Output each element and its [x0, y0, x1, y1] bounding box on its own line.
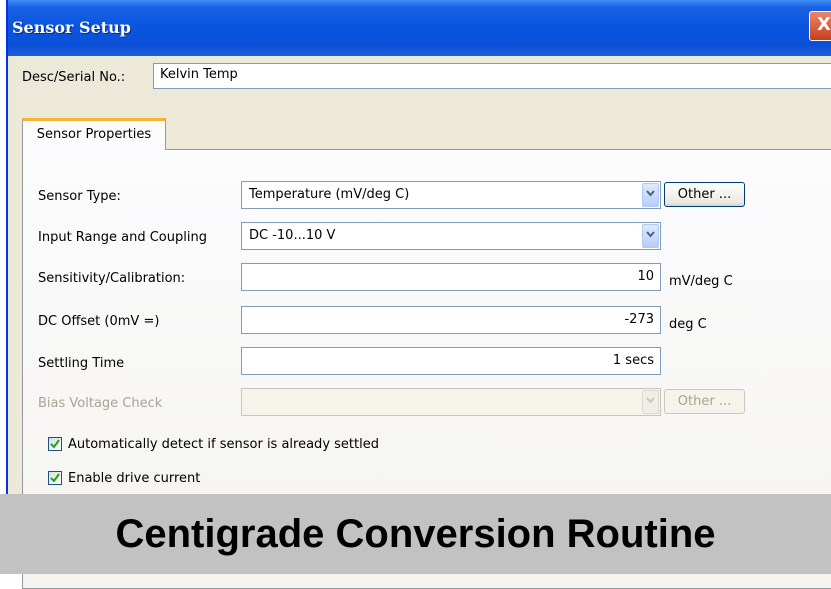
tab-sensor-properties[interactable]: Sensor Properties — [22, 118, 166, 150]
sensor-type-label: Sensor Type: — [38, 189, 121, 204]
dc-offset-label: DC Offset (0mV =) — [38, 314, 160, 329]
window-title: Sensor Setup — [12, 18, 131, 37]
sensitivity-unit: mV/deg C — [669, 274, 733, 289]
close-button[interactable]: X — [809, 11, 831, 41]
sensitivity-label: Sensitivity/Calibration: — [38, 271, 186, 286]
sensor-type-other-button[interactable]: Other ... — [664, 182, 745, 207]
input-range-select[interactable]: DC -10...10 V — [241, 222, 661, 250]
checkmark-icon — [50, 439, 60, 449]
desc-serial-value: Kelvin Temp — [160, 67, 238, 82]
chevron-down-icon[interactable] — [642, 183, 659, 207]
caption-text: Centigrade Conversion Routine — [115, 512, 716, 556]
auto-detect-checkbox[interactable] — [48, 437, 62, 451]
caption-banner: Centigrade Conversion Routine — [0, 494, 831, 574]
other-button-label: Other ... — [677, 187, 732, 202]
close-icon: X — [817, 14, 831, 35]
chevron-down-icon[interactable] — [642, 390, 659, 414]
bias-voltage-select[interactable] — [241, 388, 661, 416]
sensor-type-value: Temperature (mV/deg C) — [249, 187, 410, 202]
dc-offset-input[interactable]: -273 — [241, 306, 661, 334]
auto-detect-label[interactable]: Automatically detect if sensor is alread… — [68, 437, 379, 452]
settling-time-value: 1 secs — [612, 353, 654, 368]
tab-label: Sensor Properties — [36, 127, 152, 142]
bias-voltage-other-button[interactable]: Other ... — [664, 389, 745, 414]
drive-current-label[interactable]: Enable drive current — [68, 471, 200, 486]
settling-time-label: Settling Time — [38, 356, 125, 371]
dc-offset-unit: deg C — [669, 317, 707, 332]
chevron-down-icon[interactable] — [642, 224, 659, 248]
desc-label: Desc/Serial No.: — [22, 70, 126, 85]
sensor-type-select[interactable]: Temperature (mV/deg C) — [241, 181, 661, 209]
bias-voltage-label: Bias Voltage Check — [38, 396, 163, 411]
desc-serial-input[interactable]: Kelvin Temp — [153, 63, 831, 89]
sensor-setup-window: Sensor Setup X Desc/Serial No.: Kelvin T… — [6, 0, 831, 589]
settling-time-input[interactable]: 1 secs — [241, 347, 661, 375]
sensitivity-value: 10 — [637, 269, 654, 284]
checkmark-icon — [50, 473, 60, 483]
drive-current-checkbox[interactable] — [48, 471, 62, 485]
sensitivity-input[interactable]: 10 — [241, 263, 661, 291]
other-button-label: Other ... — [677, 394, 732, 409]
input-range-value: DC -10...10 V — [249, 228, 336, 243]
dc-offset-value: -273 — [624, 312, 654, 327]
title-bar[interactable]: Sensor Setup X — [8, 0, 831, 56]
input-range-label: Input Range and Coupling — [38, 230, 207, 245]
